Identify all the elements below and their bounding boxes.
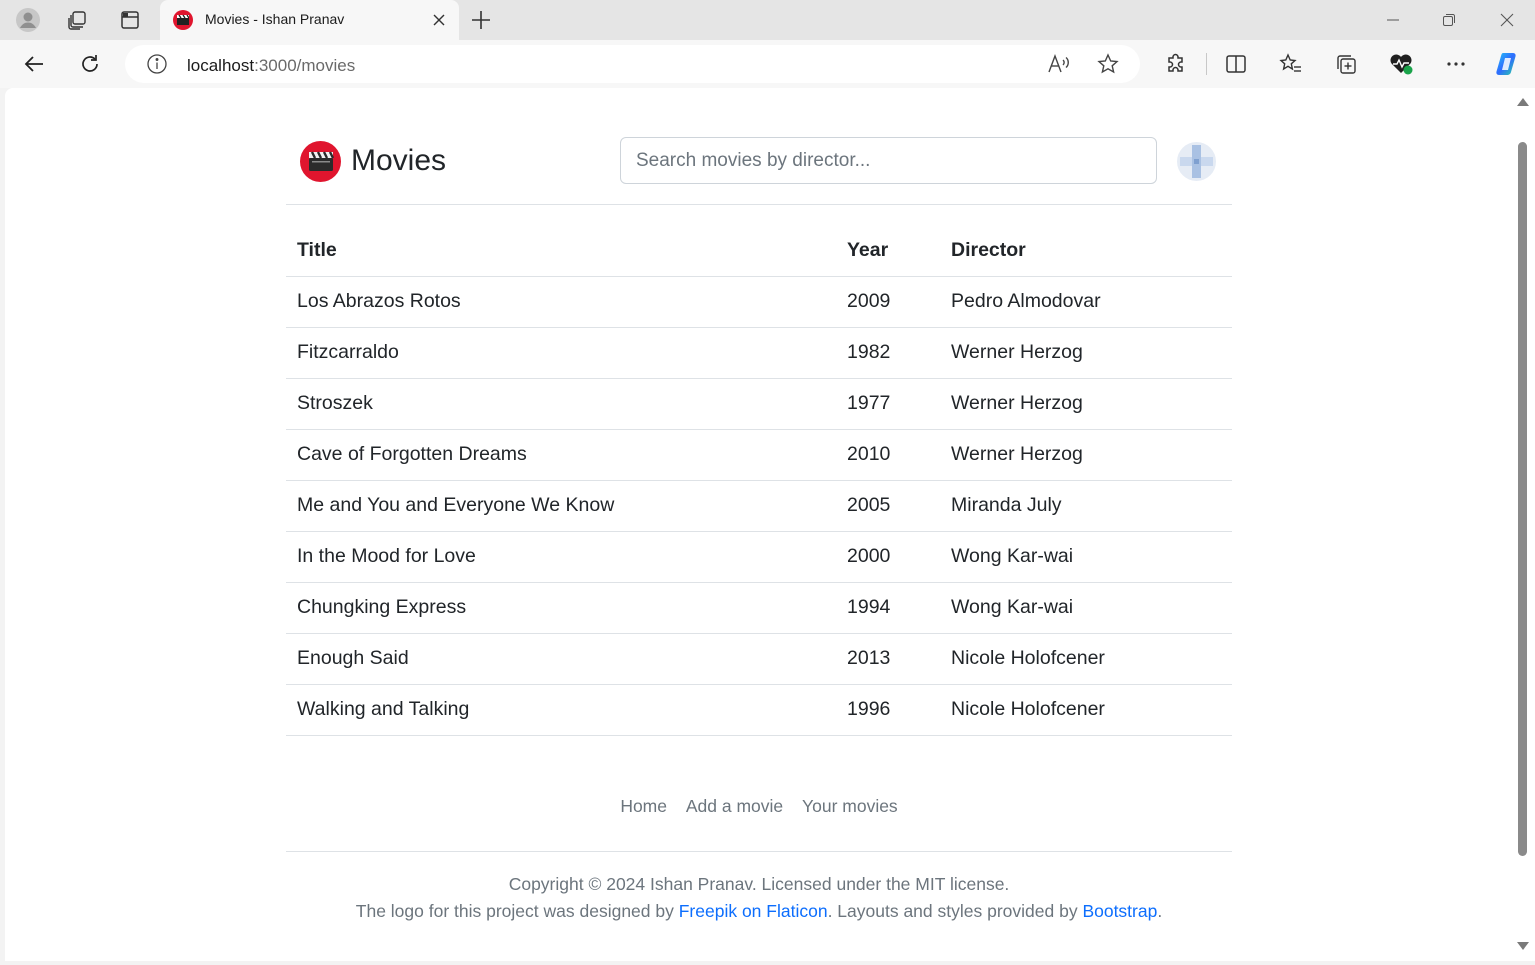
copilot-icon[interactable] [1494, 50, 1522, 78]
table-row: Los Abrazos Rotos 2009 Pedro Almodovar [286, 276, 1232, 328]
user-avatar[interactable] [1177, 142, 1216, 181]
movie-title: In the Mood for Love [286, 531, 836, 583]
address-bar[interactable]: localhost:3000/movies [125, 45, 1140, 83]
column-header-director: Director [940, 225, 1232, 277]
credits-prefix: The logo for this project was designed b… [355, 901, 679, 921]
workspaces-icon[interactable] [63, 6, 91, 34]
table-row: In the Mood for Love 2000 Wong Kar-wai [286, 531, 1232, 583]
movie-year: 1977 [836, 378, 940, 430]
table-row: Stroszek 1977 Werner Herzog [286, 378, 1232, 430]
close-tab-icon[interactable] [430, 11, 448, 29]
footer-link-your-movies[interactable]: Your movies [802, 796, 898, 816]
table-header-row: Title Year Director [286, 225, 1232, 277]
movie-year: 1994 [836, 582, 940, 634]
collections-icon[interactable] [1332, 50, 1360, 78]
page-viewport: Movies Title Year Director Los Abrazos R… [5, 88, 1515, 961]
movie-director: Werner Herzog [940, 429, 1232, 481]
vertical-tabs-icon[interactable] [116, 6, 144, 34]
movie-title: Cave of Forgotten Dreams [286, 429, 836, 481]
clapperboard-icon [173, 10, 193, 30]
minimize-icon[interactable] [1365, 0, 1421, 40]
browser-tab-active[interactable]: Movies - Ishan Pranav [160, 0, 459, 40]
movie-year: 2013 [836, 633, 940, 685]
table-row: Enough Said 2013 Nicole Holofcener [286, 633, 1232, 685]
director-search-input[interactable] [620, 137, 1157, 184]
movie-director: Wong Kar-wai [940, 531, 1232, 583]
footer-link-home[interactable]: Home [620, 796, 667, 816]
movie-year: 2005 [836, 480, 940, 532]
table-row: Me and You and Everyone We Know 2005 Miran… [286, 480, 1232, 532]
footer-nav: Home Add a movie Your movies [286, 796, 1232, 817]
column-header-title: Title [286, 225, 836, 277]
browser-toolbar: localhost:3000/movies [0, 40, 1535, 88]
movie-director: Wong Kar-wai [940, 582, 1232, 634]
movie-director: Pedro Almodovar [940, 276, 1232, 328]
movies-table: Title Year Director Los Abrazos Rotos 200… [286, 225, 1232, 736]
extensions-puzzle-icon[interactable] [1162, 50, 1190, 78]
movie-director: Nicole Holofcener [940, 633, 1232, 685]
movie-year: 1982 [836, 327, 940, 379]
movie-title: Chungking Express [286, 582, 836, 634]
movie-year: 2000 [836, 531, 940, 583]
credits-suffix: . [1157, 901, 1163, 921]
movie-title: Stroszek [286, 378, 836, 430]
scrollbar-thumb[interactable] [1518, 142, 1527, 856]
back-arrow-icon[interactable] [20, 50, 48, 78]
table-row: Walking and Talking 1996 Nicole Holofcener [286, 684, 1232, 736]
movie-year: 1996 [836, 684, 940, 736]
tab-title: Movies - Ishan Pranav [205, 11, 345, 27]
footer-divider [286, 851, 1232, 852]
movie-director: Werner Herzog [940, 378, 1232, 430]
copyright-text: Copyright © 2024 Ishan Pranav. Licensed … [508, 874, 1010, 894]
movie-title: Los Abrazos Rotos [286, 276, 836, 328]
movie-director: Nicole Holofcener [940, 684, 1232, 736]
favorites-list-icon[interactable] [1277, 50, 1305, 78]
movie-title: Me and You and Everyone We Know [286, 480, 836, 532]
site-info-icon[interactable] [146, 53, 168, 79]
restore-icon[interactable] [1421, 0, 1477, 40]
favorite-star-icon[interactable] [1097, 53, 1119, 79]
movie-year: 2010 [836, 429, 940, 481]
brand[interactable]: Movies [300, 140, 446, 182]
brand-title: Movies [351, 144, 447, 177]
table-row: Fitzcarraldo 1982 Werner Herzog [286, 327, 1232, 379]
profile-icon[interactable] [14, 6, 42, 34]
credits-middle: . Layouts and styles provided by [827, 901, 1083, 921]
footer-link-add-movie[interactable]: Add a movie [686, 796, 783, 816]
movie-director: Werner Herzog [940, 327, 1232, 379]
table-row: Cave of Forgotten Dreams 2010 Werner Herzo… [286, 429, 1232, 481]
toolbar-divider [1206, 53, 1207, 75]
movie-title: Walking and Talking [286, 684, 836, 736]
scroll-down-arrow-icon[interactable] [1517, 942, 1529, 950]
movie-year: 2009 [836, 276, 940, 328]
bootstrap-link[interactable]: Bootstrap [1082, 901, 1157, 921]
scroll-up-arrow-icon[interactable] [1517, 98, 1529, 106]
refresh-icon[interactable] [76, 50, 104, 78]
vertical-scrollbar[interactable] [1515, 88, 1535, 961]
browser-essentials-icon[interactable] [1387, 50, 1415, 78]
movie-title: Fitzcarraldo [286, 327, 836, 379]
browser-tab-strip: Movies - Ishan Pranav [0, 0, 1535, 40]
read-aloud-icon[interactable] [1047, 53, 1071, 79]
close-window-icon[interactable] [1479, 0, 1535, 40]
new-tab-plus-icon[interactable] [468, 7, 494, 33]
clapperboard-logo-icon [300, 140, 341, 182]
credits-text: The logo for this project was designed b… [286, 901, 1232, 922]
freepik-link[interactable]: Freepik on Flaticon [679, 901, 828, 921]
header-divider [286, 204, 1232, 205]
movie-director: Miranda July [940, 480, 1232, 532]
table-row: Chungking Express 1994 Wong Kar-wai [286, 582, 1232, 634]
movie-title: Enough Said [286, 633, 836, 685]
url-text[interactable]: localhost:3000/movies [187, 56, 355, 76]
more-options-icon[interactable] [1442, 50, 1470, 78]
split-screen-icon[interactable] [1222, 50, 1250, 78]
column-header-year: Year [836, 225, 940, 277]
